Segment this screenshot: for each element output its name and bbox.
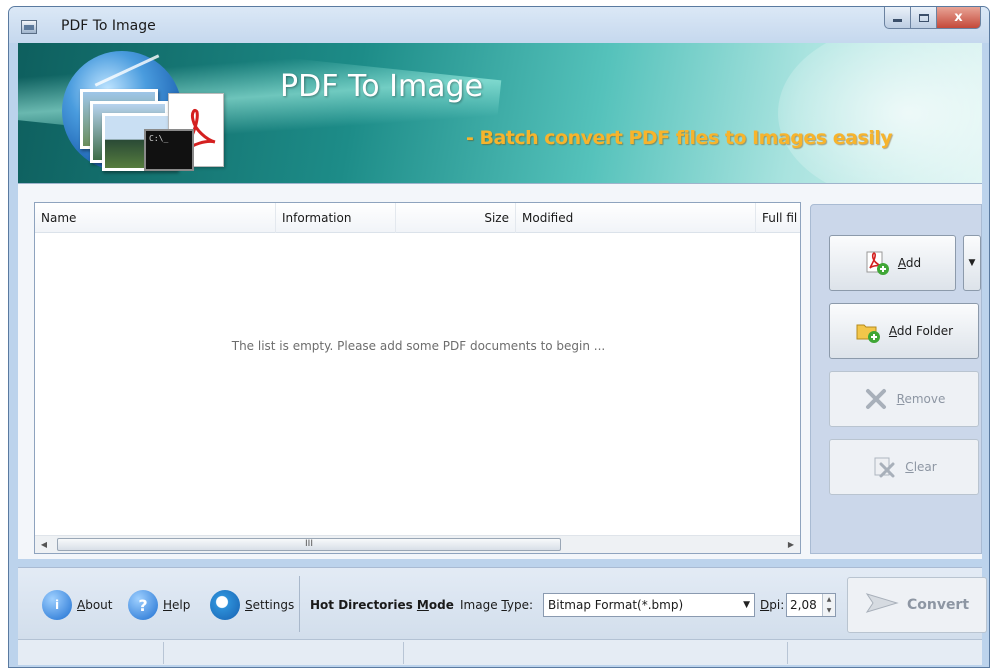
column-size[interactable]: Size bbox=[396, 203, 516, 233]
pdf-add-icon bbox=[864, 250, 890, 276]
clear-icon bbox=[871, 454, 897, 480]
chevron-down-icon: ▼ bbox=[743, 600, 750, 610]
scrollbar-thumb[interactable]: III bbox=[57, 538, 561, 551]
status-panel-3 bbox=[404, 642, 788, 664]
remove-x-icon bbox=[863, 386, 889, 412]
window-title: PDF To Image bbox=[61, 18, 156, 34]
banner-title: PDF To Image bbox=[280, 69, 484, 104]
toolbar-divider bbox=[299, 576, 300, 632]
status-panel-1 bbox=[18, 642, 164, 664]
action-sidebar: Add ▼ Add Folder Remove Clear bbox=[810, 204, 982, 554]
about-button[interactable]: i About bbox=[42, 590, 113, 620]
horizontal-scrollbar[interactable]: ◀ III ▶ bbox=[35, 535, 800, 553]
minimize-icon bbox=[893, 19, 902, 22]
app-window: PDF To Image x C:\_ PDF To Image - Batch… bbox=[8, 6, 990, 668]
add-folder-button-label: Add Folder bbox=[888, 324, 954, 338]
minimize-button[interactable] bbox=[884, 7, 911, 29]
column-full-filename[interactable]: Full fil bbox=[756, 203, 802, 233]
convert-label: Convert bbox=[906, 597, 970, 613]
main-panel: Name Information Size Modified Full fil … bbox=[18, 183, 982, 559]
add-folder-button[interactable]: Add Folder bbox=[829, 303, 979, 359]
empty-list-message: The list is empty. Please add some PDF d… bbox=[231, 339, 606, 353]
help-label: Help bbox=[163, 598, 191, 612]
info-icon: i bbox=[42, 590, 72, 620]
maximize-icon bbox=[918, 13, 929, 22]
image-type-value: Bitmap Format(*.bmp) bbox=[548, 598, 684, 612]
add-button[interactable]: Add bbox=[829, 235, 956, 291]
column-information[interactable]: Information bbox=[276, 203, 396, 233]
close-icon: x bbox=[954, 10, 963, 25]
maximize-button[interactable] bbox=[911, 7, 937, 29]
file-list[interactable]: Name Information Size Modified Full fil … bbox=[34, 202, 801, 554]
help-icon: ? bbox=[128, 590, 158, 620]
file-list-header: Name Information Size Modified Full fil bbox=[35, 203, 800, 233]
status-panel-2 bbox=[164, 642, 404, 664]
help-button[interactable]: ? Help bbox=[128, 590, 190, 620]
chevron-down-icon: ▼ bbox=[968, 258, 976, 268]
scroll-right-icon[interactable]: ▶ bbox=[782, 536, 800, 553]
remove-button-label: Remove bbox=[896, 392, 946, 406]
header-banner: C:\_ PDF To Image - Batch convert PDF fi… bbox=[18, 43, 982, 183]
convert-button[interactable]: Convert bbox=[847, 577, 987, 633]
dpi-spinner[interactable]: ▲ ▼ bbox=[822, 594, 835, 616]
app-window-icon[interactable] bbox=[21, 20, 37, 34]
convert-arrow-icon bbox=[865, 590, 899, 620]
title-bar: PDF To Image x bbox=[9, 7, 989, 43]
status-bar bbox=[18, 639, 982, 665]
image-type-label: Image Type: bbox=[460, 598, 534, 612]
clear-button-label: Clear bbox=[905, 460, 937, 474]
image-type-select[interactable]: Bitmap Format(*.bmp) ▼ bbox=[543, 593, 755, 617]
add-button-label: Add bbox=[897, 256, 922, 270]
dpi-label: Dpi: bbox=[760, 598, 785, 612]
gear-icon bbox=[210, 590, 240, 620]
about-label: About bbox=[77, 598, 113, 612]
column-modified[interactable]: Modified bbox=[516, 203, 756, 233]
add-dropdown-button[interactable]: ▼ bbox=[963, 235, 981, 291]
folder-add-icon bbox=[855, 318, 881, 344]
close-button[interactable]: x bbox=[937, 7, 981, 29]
settings-button[interactable]: Settings bbox=[210, 590, 294, 620]
dpi-input[interactable]: 2,08 ▲ ▼ bbox=[786, 593, 836, 617]
console-icon: C:\_ bbox=[144, 129, 194, 171]
banner-subtitle: - Batch convert PDF files to Images easi… bbox=[466, 127, 893, 149]
window-controls: x bbox=[884, 7, 981, 29]
dpi-value: 2,08 bbox=[790, 598, 817, 612]
settings-label: Settings bbox=[245, 598, 295, 612]
hot-directories-mode-toggle[interactable]: Hot Directories Mode bbox=[310, 598, 454, 612]
clear-button[interactable]: Clear bbox=[829, 439, 979, 495]
bottom-toolbar: i About ? Help Settings Hot Directories … bbox=[18, 567, 987, 639]
scroll-left-icon[interactable]: ◀ bbox=[35, 536, 53, 553]
column-name[interactable]: Name bbox=[35, 203, 276, 233]
remove-button[interactable]: Remove bbox=[829, 371, 979, 427]
